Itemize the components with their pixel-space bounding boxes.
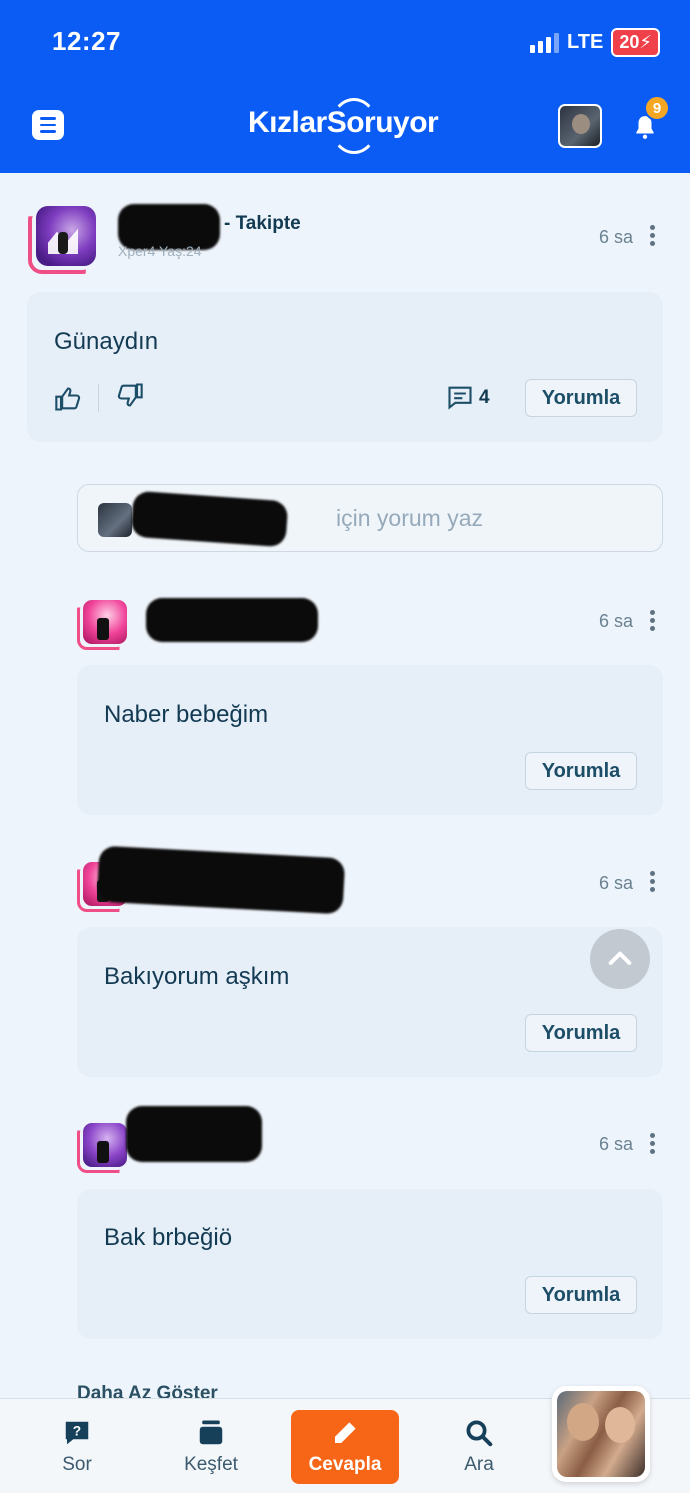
comment-placeholder: için yorum yaz <box>336 505 483 531</box>
promo-thumbnail[interactable] <box>552 1386 650 1482</box>
redacted-username <box>126 1106 262 1162</box>
reply-author-avatar[interactable] <box>77 1123 127 1173</box>
reply-card <box>77 927 663 1077</box>
nav-label: Keşfet <box>184 1453 238 1475</box>
reply-text: Bakıyorum aşkım <box>104 963 290 990</box>
comment-icon[interactable] <box>446 383 474 411</box>
post-card <box>27 292 663 442</box>
reply-card <box>77 665 663 815</box>
network-type: LTE <box>567 31 604 53</box>
post-author-avatar[interactable] <box>28 206 96 274</box>
reply-text: Naber bebeğim <box>104 701 269 728</box>
pencil-icon <box>335 1422 356 1443</box>
reply-text: Bak brbeğiö <box>104 1224 233 1251</box>
profile-avatar[interactable] <box>558 104 602 148</box>
redacted-username <box>146 598 318 642</box>
status-indicators: LTE 20⚡ <box>530 28 660 57</box>
nav-label: Sor <box>62 1453 92 1475</box>
question-bubble-icon: ? <box>65 1421 89 1444</box>
search-icon <box>466 1420 493 1446</box>
reply-time: 6 sa <box>599 611 634 631</box>
menu-icon <box>40 117 56 120</box>
svg-text:?: ? <box>73 1423 81 1438</box>
post-reply-button[interactable]: Yorumla <box>525 379 637 417</box>
nav-label: Cevapla <box>308 1454 382 1475</box>
status-time: 12:27 <box>52 26 121 56</box>
user-avatar <box>98 503 132 537</box>
nav-cevapla-button[interactable]: Cevapla <box>291 1410 399 1484</box>
more-options-icon[interactable] <box>649 1133 655 1157</box>
notification-badge: 9 <box>644 95 670 121</box>
dislike-icon[interactable] <box>115 381 145 409</box>
redacted-username <box>96 845 346 915</box>
reply-time: 6 sa <box>599 1134 634 1154</box>
follow-status[interactable]: - Takipte <box>224 213 301 235</box>
author-meta: Xper4 Yaş:24 <box>118 243 202 259</box>
app-header: 12:27 LTE 20⚡ KızlarSoruyor 9 <box>0 0 690 173</box>
more-options-icon[interactable] <box>649 871 655 895</box>
logo-ring-icon <box>330 98 378 154</box>
reply-button[interactable]: Yorumla <box>525 1276 637 1314</box>
reply-card <box>77 1189 663 1339</box>
reply-button[interactable]: Yorumla <box>525 1014 637 1052</box>
stack-icon <box>199 1420 223 1444</box>
battery-indicator: 20⚡ <box>611 28 660 57</box>
chevron-up-icon <box>608 951 632 965</box>
signal-icon <box>530 32 560 53</box>
nav-sor[interactable]: ? Sor <box>22 1399 132 1493</box>
more-options-icon[interactable] <box>649 225 655 249</box>
post-text: Günaydın <box>54 328 159 355</box>
reply-author-avatar[interactable] <box>77 600 127 650</box>
battery-level: 20 <box>619 32 640 52</box>
nav-kesfet[interactable]: Keşfet <box>156 1399 266 1493</box>
menu-button[interactable] <box>32 110 64 140</box>
nav-ara[interactable]: Ara <box>424 1399 534 1493</box>
nav-label: Ara <box>464 1453 494 1475</box>
reply-time: 6 sa <box>599 873 634 893</box>
vote-divider <box>98 384 99 412</box>
like-icon[interactable] <box>53 385 83 413</box>
scroll-to-top-button[interactable] <box>590 929 650 989</box>
post-time: 6 sa <box>599 227 634 247</box>
comment-count: 4 <box>479 387 490 408</box>
promo-image <box>557 1391 645 1477</box>
reply-button[interactable]: Yorumla <box>525 752 637 790</box>
more-options-icon[interactable] <box>649 610 655 634</box>
